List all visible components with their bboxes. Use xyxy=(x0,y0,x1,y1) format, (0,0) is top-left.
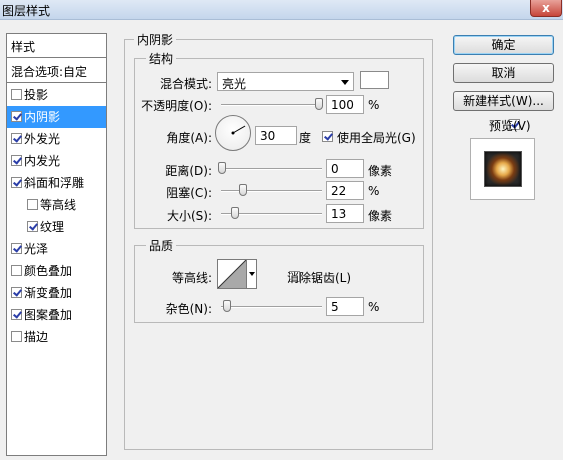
close-button[interactable]: x xyxy=(530,0,562,17)
noise-input[interactable]: 5 xyxy=(326,297,364,316)
blend-mode-select[interactable]: 亮光 xyxy=(217,72,354,91)
opacity-input[interactable]: 100 xyxy=(326,95,364,114)
quality-title: 品质 xyxy=(146,237,177,254)
choke-label: 阻塞(C): xyxy=(166,186,212,200)
style-list-item[interactable]: 外发光 xyxy=(7,128,106,150)
style-list-item[interactable]: 光泽 xyxy=(7,238,106,260)
style-list-item[interactable]: 图案叠加 xyxy=(7,304,106,326)
distance-slider-thumb[interactable] xyxy=(218,162,226,174)
style-checkbox[interactable] xyxy=(11,89,22,100)
style-list-item[interactable]: 纹理 xyxy=(7,216,106,238)
window-title: 图层样式 xyxy=(2,4,51,18)
style-list: 样式 混合选项:自定 投影内阴影外发光内发光斜面和浮雕等高线纹理光泽颜色叠加渐变… xyxy=(6,33,107,456)
opacity-slider-thumb[interactable] xyxy=(315,98,323,110)
style-list-item-label: 光泽 xyxy=(24,242,49,256)
size-input[interactable]: 13 xyxy=(326,204,364,223)
style-checkbox[interactable] xyxy=(11,243,22,254)
style-list-item[interactable]: 等高线 xyxy=(7,194,106,216)
distance-slider-track[interactable] xyxy=(221,168,322,170)
preview-thumbnail xyxy=(484,151,522,187)
opacity-unit: % xyxy=(368,98,380,112)
angle-unit: 度 xyxy=(299,131,312,145)
style-checkbox[interactable] xyxy=(11,133,22,144)
distance-label: 距离(D): xyxy=(165,164,212,178)
style-list-item-label: 渐变叠加 xyxy=(24,286,73,300)
style-list-header[interactable]: 样式 xyxy=(7,34,106,58)
blend-color-swatch[interactable] xyxy=(360,71,389,89)
structure-title: 结构 xyxy=(146,50,177,67)
style-list-item[interactable]: 渐变叠加 xyxy=(7,282,106,304)
panel-title: 内阴影 xyxy=(134,31,177,48)
style-list-item-label: 投影 xyxy=(24,88,49,102)
blend-options-item[interactable]: 混合选项:自定 xyxy=(7,59,106,83)
angle-dial[interactable] xyxy=(215,115,251,151)
style-checkbox[interactable] xyxy=(11,309,22,320)
angle-input[interactable]: 30 xyxy=(255,126,297,145)
title-bar: 图层样式 x xyxy=(0,0,563,20)
style-checkbox[interactable] xyxy=(27,221,38,232)
size-unit: 像素 xyxy=(368,209,393,223)
style-list-item[interactable]: 描边 xyxy=(7,326,106,348)
style-list-item[interactable]: 内阴影 xyxy=(7,106,106,128)
cancel-button[interactable]: 取消 xyxy=(453,63,554,83)
style-list-item-label: 图案叠加 xyxy=(24,308,73,322)
choke-input[interactable]: 22 xyxy=(326,181,364,200)
style-checkbox[interactable] xyxy=(11,331,22,342)
preview-thumbnail-frame xyxy=(470,138,535,200)
chevron-down-icon xyxy=(341,80,349,85)
noise-slider-track[interactable] xyxy=(221,306,322,308)
style-list-item-label: 内发光 xyxy=(24,154,61,168)
choke-unit: % xyxy=(368,184,380,198)
style-checkbox[interactable] xyxy=(11,265,22,276)
style-list-item[interactable]: 内发光 xyxy=(7,150,106,172)
new-style-button[interactable]: 新建样式(W)... xyxy=(453,91,554,111)
style-list-item[interactable]: 颜色叠加 xyxy=(7,260,106,282)
blend-mode-value: 亮光 xyxy=(222,77,247,91)
noise-label: 杂色(N): xyxy=(165,302,212,316)
style-list-item-label: 外发光 xyxy=(24,132,61,146)
contour-dropdown-button[interactable] xyxy=(246,259,257,289)
style-list-item[interactable]: 斜面和浮雕 xyxy=(7,172,106,194)
style-list-item-label: 内阴影 xyxy=(24,110,61,124)
angle-dial-graphic xyxy=(231,125,246,135)
distance-unit: 像素 xyxy=(368,164,393,178)
opacity-slider-track[interactable] xyxy=(221,104,322,106)
style-checkbox[interactable] xyxy=(11,155,22,166)
style-checkbox[interactable] xyxy=(11,177,22,188)
choke-slider-track[interactable] xyxy=(221,190,322,192)
noise-unit: % xyxy=(368,300,380,314)
style-checkbox[interactable] xyxy=(11,111,22,122)
contour-linear-icon xyxy=(218,260,246,288)
style-list-item-label: 斜面和浮雕 xyxy=(24,176,85,190)
chevron-down-icon xyxy=(249,272,255,276)
close-icon: x xyxy=(542,1,550,15)
style-list-item-label: 纹理 xyxy=(40,220,65,234)
style-checkbox[interactable] xyxy=(27,199,38,210)
global-light-checkbox[interactable] xyxy=(322,131,333,142)
size-slider-thumb[interactable] xyxy=(230,207,239,219)
noise-slider-thumb[interactable] xyxy=(222,300,231,312)
contour-label: 等高线: xyxy=(171,271,212,285)
opacity-label: 不透明度(O): xyxy=(141,99,212,113)
choke-slider-thumb[interactable] xyxy=(239,184,248,196)
style-list-item[interactable]: 投影 xyxy=(7,84,106,106)
style-list-item-label: 描边 xyxy=(24,330,49,344)
distance-input[interactable]: 0 xyxy=(326,159,364,178)
blend-mode-label: 混合模式: xyxy=(159,77,212,91)
global-light-label: 使用全局光(G) xyxy=(337,131,416,145)
style-checkbox[interactable] xyxy=(11,287,22,298)
angle-label: 角度(A): xyxy=(166,131,212,145)
ok-button[interactable]: 确定 xyxy=(453,35,554,55)
style-list-item-label: 颜色叠加 xyxy=(24,264,73,278)
size-label: 大小(S): xyxy=(166,209,212,223)
preview-label: 预览(V) xyxy=(489,119,531,133)
style-list-item-label: 等高线 xyxy=(40,198,77,212)
anti-alias-label: 消除锯齿(L) xyxy=(287,271,352,285)
contour-picker[interactable] xyxy=(217,259,247,289)
